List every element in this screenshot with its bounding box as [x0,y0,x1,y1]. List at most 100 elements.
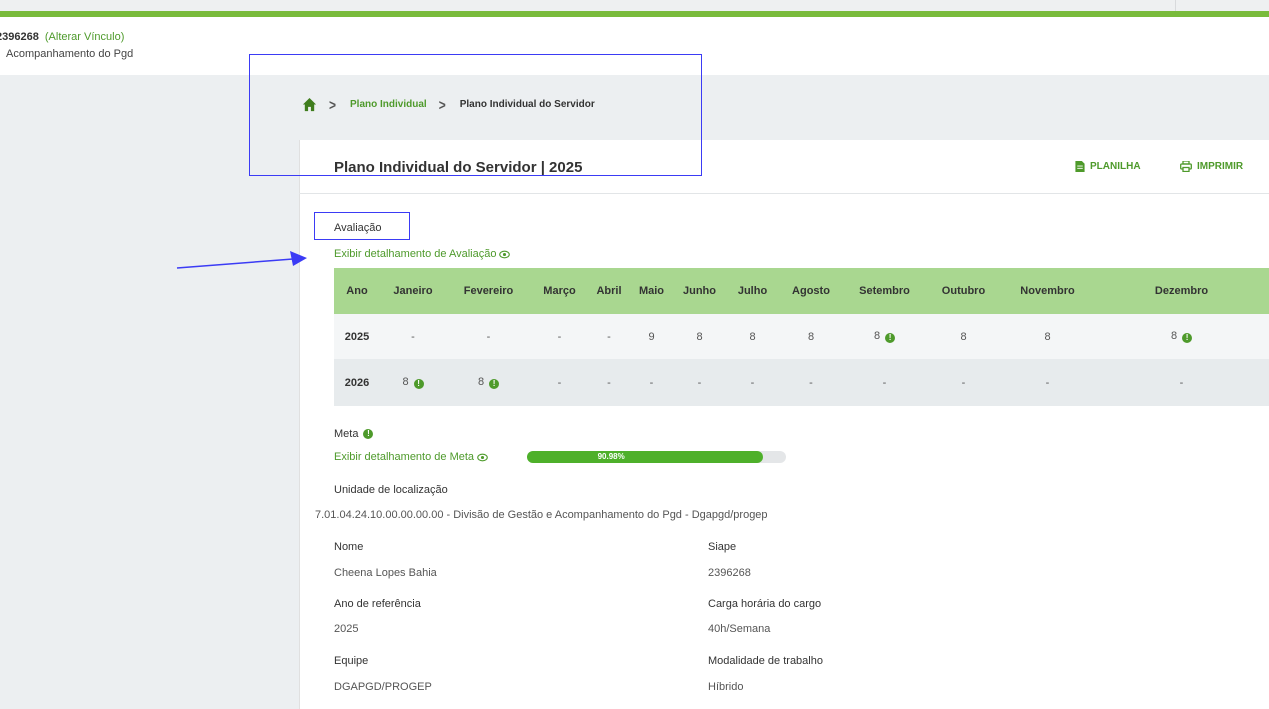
work-mode-value: Híbrido [708,681,744,693]
score-value: - [961,376,966,389]
print-label: IMPRIMIR [1197,161,1244,172]
score-value: - [607,376,611,389]
reference-year-label: Ano de referência [334,598,421,610]
col-header: Outubro [926,268,1001,314]
info-icon[interactable]: ! [885,333,896,343]
score-value: - [697,376,702,389]
score-value: - [750,376,755,389]
col-header: Abril [588,268,630,314]
name-label: Nome [334,541,364,553]
score-value: 8 [477,376,485,388]
month-cell: 8 [926,314,1001,359]
team-value: DGAPGD/PROGEP [334,681,432,693]
eye-icon [477,453,488,461]
evaluation-detail-text: Exibir detalhamento de Avaliação [334,248,497,260]
col-header: Março [531,268,588,314]
annotation-arrow [176,251,307,269]
col-header: Junho [673,268,726,314]
score-value: - [557,376,562,389]
goal-label: Meta [334,428,359,440]
month-cell: 8! [380,359,446,406]
user-info: 2396268 (Alterar Vínculo) [0,31,124,43]
month-cell: 9 [630,314,673,359]
reference-year-value: 2025 [334,623,359,635]
month-cell: 8! [446,359,531,406]
print-button[interactable]: IMPRIMIR [1180,161,1243,172]
month-cell: 8 [726,314,779,359]
score-value: 8 [807,330,815,343]
score-value: - [557,330,562,343]
col-header: Julho [726,268,779,314]
siape-label: Siape [708,541,737,553]
table-header-row: Ano Janeiro Fevereiro Março Abril Maio J… [334,268,1269,314]
workload-label: Carga horária do cargo [708,598,822,610]
annotation-box-breadcrumb [249,54,702,176]
col-header: Dezembro [1094,268,1269,314]
goal-progress-label: 90.98% [597,452,625,461]
score-value: - [649,376,654,389]
col-header: Janeiro [380,268,446,314]
main-panel [299,140,1269,709]
score-value: 8 [1170,330,1178,342]
evaluation-detail-link[interactable]: Exibir detalhamento de Avaliação [334,248,511,260]
table-row: 2025- - - -9 8 8 8 8! 8 8 8! [334,314,1269,359]
month-cell: - [673,359,726,406]
file-icon [1075,161,1085,172]
year-cell: 2026 [334,359,380,406]
score-value: - [486,330,491,343]
score-value: 8 [1044,330,1051,343]
month-cell: - [926,359,1001,406]
score-value: - [809,376,813,389]
month-cell: 8 [673,314,726,359]
location-label: Unidade de localização [334,484,448,496]
score-value: 8 [696,330,703,343]
month-cell: 8! [843,314,926,359]
user-unit: Acompanhamento do Pgd [6,48,134,60]
col-header: Setembro [843,268,926,314]
col-header: Ano [334,268,380,314]
month-cell: - [588,359,630,406]
workload-value: 40h/Semana [708,623,771,635]
month-cell: 8 [779,314,843,359]
location-value: 7.01.04.24.10.00.00.00.00 - Divisão de G… [315,509,768,521]
table-row: 2026 8! 8! - - - - - - - - - - [334,359,1269,406]
change-link[interactable]: (Alterar Vínculo) [45,31,124,43]
score-value: - [882,376,887,389]
top-bar [0,0,1269,11]
col-header: Agosto [779,268,843,314]
spreadsheet-button[interactable]: PLANILHA [1075,161,1141,172]
score-value: 8 [873,330,881,342]
year-cell: 2025 [334,314,380,359]
user-id: 2396268 [0,31,39,43]
month-cell: 8! [1094,314,1269,359]
score-value: 8 [960,330,967,343]
score-value: 8 [402,376,409,388]
team-label: Equipe [334,655,369,667]
col-header: Novembro [1001,268,1094,314]
month-cell: - [779,359,843,406]
siape-value: 2396268 [708,567,751,579]
panel-divider [299,193,1269,194]
spreadsheet-label: PLANILHA [1090,161,1141,172]
month-cell: 8 [1001,314,1094,359]
annotation-box-evaluation [314,212,410,240]
month-cell: - [630,359,673,406]
info-icon[interactable]: ! [413,379,424,389]
evaluation-table: Ano Janeiro Fevereiro Março Abril Maio J… [334,268,1269,406]
month-cell: - [446,314,531,359]
info-icon[interactable]: ! [1182,333,1193,343]
eye-icon [499,250,511,258]
goal-label-row: Meta ! [334,428,374,440]
month-cell: - [843,359,926,406]
goal-detail-text: Exibir detalhamento de Meta [334,451,475,463]
col-header: Maio [630,268,673,314]
info-icon[interactable]: ! [363,429,374,439]
info-icon[interactable]: ! [489,379,500,389]
score-value: 8 [749,330,756,343]
month-cell: - [726,359,779,406]
goal-progress-bar: 90.98% [527,451,786,463]
score-value: - [607,330,611,343]
goal-detail-link[interactable]: Exibir detalhamento de Meta [334,451,488,463]
name-value: Cheena Lopes Bahia [334,567,437,579]
score-value: - [411,330,415,343]
